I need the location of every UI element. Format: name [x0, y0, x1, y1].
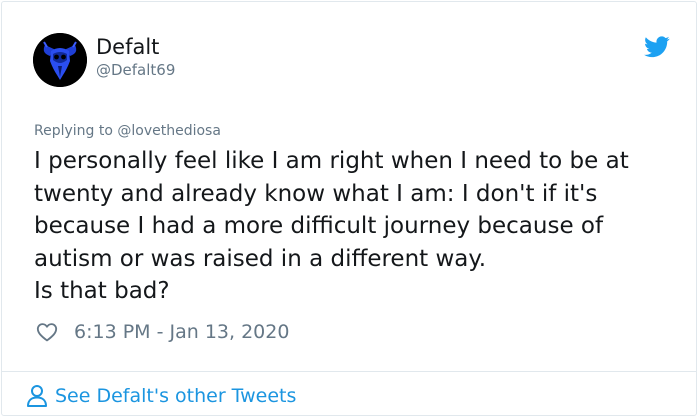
- heart-icon[interactable]: [36, 321, 58, 343]
- user-handle[interactable]: @Defalt69: [96, 60, 175, 80]
- tweet-text-paragraph: I personally feel like I am right when I…: [34, 148, 629, 272]
- tweet-text-paragraph: Is that bad?: [34, 278, 170, 305]
- person-icon: [27, 385, 47, 407]
- see-other-tweets-link[interactable]: See Defalt's other Tweets: [26, 382, 296, 410]
- reply-prefix: Replying to: [34, 123, 113, 139]
- tweet-timestamp[interactable]: 6:13 PM - Jan 13, 2020: [74, 320, 289, 344]
- tweet-card: Defalt @Defalt69 Replying to @lovethedio…: [1, 1, 697, 416]
- divider: [2, 371, 696, 372]
- horned-skull-icon: [33, 33, 87, 87]
- tweet-text: I personally feel like I am right when I…: [34, 145, 674, 308]
- reply-mention-link[interactable]: @lovethediosa: [117, 123, 221, 139]
- display-name[interactable]: Defalt: [96, 34, 159, 60]
- twitter-bird-icon[interactable]: [644, 36, 670, 58]
- see-other-tweets-label: See Defalt's other Tweets: [55, 385, 297, 407]
- reply-context: Replying to @lovethediosa: [34, 122, 221, 140]
- avatar[interactable]: [33, 33, 87, 87]
